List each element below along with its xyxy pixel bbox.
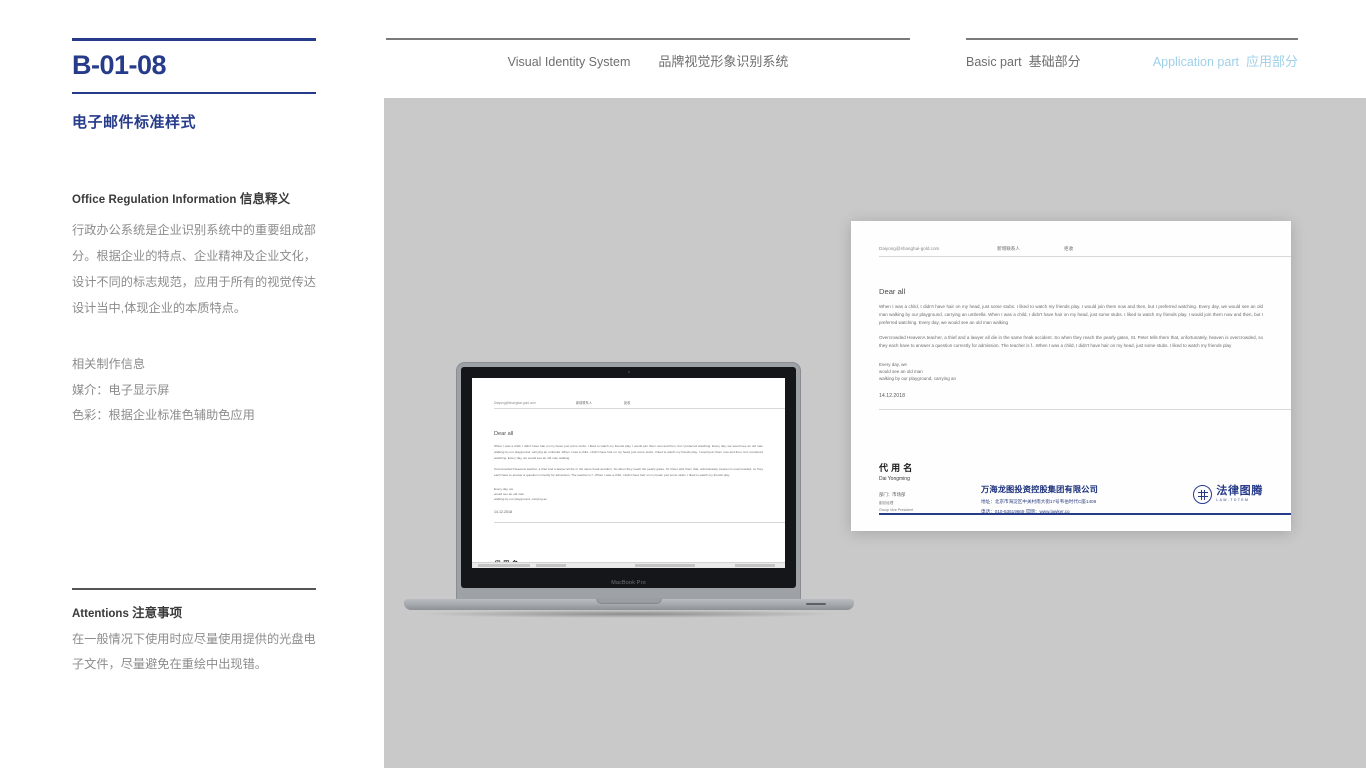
- nav-tab-basic-en: Basic part: [966, 54, 1022, 69]
- company-logo: 法律图腾 LAW-TOTEM: [1193, 485, 1263, 504]
- nav-tab-application-en: Application part: [1152, 54, 1239, 69]
- nav-group-sections: Basic part 基础部分 Application part 应用部分: [966, 38, 1298, 70]
- email-greeting-small: Dear all: [494, 431, 514, 437]
- section-heading-info: Office Regulation Information 信息释义: [72, 188, 316, 207]
- meta-color: 色彩：根据企业标准色辅助色应用: [72, 408, 255, 422]
- production-meta: 相关制作信息 媒介：电子显示屏 色彩：根据企业标准色辅助色应用: [72, 352, 316, 429]
- nav-label-vis-en: Visual Identity System: [507, 54, 631, 69]
- email-document-small: Daiyong@shanghai-gold.com 新增联系人 拒收 Dear …: [472, 378, 785, 568]
- email-company-block: 万海龙图投资控股集团有限公司 地址：北京市海淀区中关村南大街17号韦伯时代C座1…: [981, 483, 1098, 515]
- laptop-bezel: MacBook Pro Daiyong@shanghai-gold.com 新增…: [461, 367, 796, 588]
- laptop-port-slot: [806, 603, 826, 605]
- attentions-body: 在一般情况下使用时应尽量使用提供的光盘电子文件，尽量避免在重绘中出现错。: [72, 631, 316, 671]
- laptop-model-label: MacBook Pro: [611, 580, 646, 586]
- os-taskbar[interactable]: [472, 562, 785, 568]
- section-body-info: 行政办公系统是企业识别系统中的重要组成部分。根据企业的特点、企业精神及企业文化，…: [72, 223, 316, 315]
- email-action-add[interactable]: 新增联系人: [997, 246, 1020, 252]
- attentions-heading-cn: 注意事项: [132, 605, 183, 620]
- laptop-base: [404, 598, 854, 610]
- company-name: 万海龙图投资控股集团有限公司: [981, 485, 1098, 494]
- webcam-icon: [627, 371, 630, 373]
- page-code-block: B-01-08 电子邮件标准样式: [72, 0, 316, 132]
- section-heading-info-cn: 信息释义: [239, 192, 291, 206]
- nav-tab-basic-cn: 基础部分: [1028, 53, 1081, 69]
- rule-above-attentions: [72, 588, 316, 590]
- email-address: Daiyong@shanghai-gold.com: [879, 246, 940, 251]
- attentions-heading: Attentions 注意事项: [72, 602, 316, 621]
- laptop-notch: [596, 598, 662, 604]
- meta-medium: 媒介：电子显示屏: [72, 382, 170, 397]
- attentions-heading-en: Attentions: [72, 607, 129, 620]
- section-heading-info-en: Office Regulation Information: [72, 194, 237, 206]
- email-date: 14.12.2018: [879, 393, 905, 399]
- email-paragraph-1: When I was a child, I didn't have hair o…: [879, 304, 1263, 326]
- laptop-mockup: MacBook Pro Daiyong@shanghai-gold.com 新增…: [404, 362, 854, 627]
- email-action-reject-small[interactable]: 拒收: [624, 400, 630, 405]
- nav-tab-basic-part[interactable]: Basic part 基础部分: [966, 51, 1081, 70]
- email-closing-line-3-small: walking by our playground, carrying an: [494, 497, 547, 501]
- logo-text-cn: 法律图腾: [1216, 485, 1263, 498]
- email-paragraph-2-small: Overcrowded HeavenA teacher, a thief and…: [494, 467, 763, 477]
- email-divider-mid: [879, 409, 1291, 410]
- page-subtitle: 电子邮件标准样式: [72, 114, 197, 131]
- email-header-row: Daiyong@shanghai-gold.com 新增联系人 拒收: [879, 246, 1263, 252]
- nav-group-title: Visual Identity System 品牌视觉形象识别系统: [386, 38, 910, 70]
- email-divider-mid-small: [494, 522, 785, 523]
- email-closing-line-3: walking by our playground, carrying an: [879, 376, 957, 381]
- email-closing: Every day, we would see an old man walki…: [879, 361, 1263, 382]
- email-divider-bottom: [879, 513, 1291, 515]
- email-closing-line-1: Every day, we: [879, 362, 907, 367]
- nav-tab-application-part[interactable]: Application part 应用部分: [1153, 51, 1298, 70]
- email-divider-top: [879, 256, 1291, 257]
- meta-title: 相关制作信息: [72, 357, 146, 371]
- laptop-screen[interactable]: Daiyong@shanghai-gold.com 新增联系人 拒收 Dear …: [472, 378, 785, 568]
- signature-name-en: Dai Yongming: [879, 476, 910, 482]
- laptop-shadow: [418, 610, 840, 618]
- email-action-add-small[interactable]: 新增联系人: [576, 400, 592, 405]
- email-greeting: Dear all: [879, 287, 906, 296]
- sidebar: B-01-08 电子邮件标准样式 Office Regulation Infor…: [72, 0, 316, 768]
- attentions-block: Attentions 注意事项 在一般情况下使用时应尽量使用提供的光盘电子文件，…: [72, 588, 316, 677]
- email-closing-small: Every day, we would see an old man walki…: [494, 487, 763, 502]
- email-closing-line-2: would see an old man: [879, 369, 923, 374]
- email-paragraph-1-small: When I was a child, I didn't have hair o…: [494, 444, 763, 460]
- laptop-lid: MacBook Pro Daiyong@shanghai-gold.com 新增…: [456, 362, 801, 602]
- email-date-small: 14.12.2018: [494, 510, 512, 514]
- logo-text-en: LAW-TOTEM: [1216, 498, 1250, 503]
- email-header-row-small: Daiyong@shanghai-gold.com 新增联系人 拒收: [494, 400, 763, 405]
- nav-tab-application-cn: 应用部分: [1245, 53, 1298, 69]
- page-code: B-01-08: [72, 50, 167, 80]
- email-divider-top-small: [494, 408, 785, 409]
- showcase-canvas: MacBook Pro Daiyong@shanghai-gold.com 新增…: [384, 98, 1366, 768]
- email-address-small: Daiyong@shanghai-gold.com: [494, 401, 536, 405]
- company-address: 地址：北京市海淀区中关村南大街17号韦伯时代C座1408: [981, 499, 1097, 504]
- logo-emblem-icon: [1193, 485, 1213, 504]
- email-document-large[interactable]: Daiyong@shanghai-gold.com 新增联系人 拒收 Dear …: [851, 221, 1291, 531]
- signature-name-cn: 代用名: [879, 463, 916, 473]
- nav-label-vis-cn: 品牌视觉形象识别系统: [658, 53, 789, 69]
- email-paragraph-2: Overcrowded HeavenA teacher, a thief and…: [879, 335, 1263, 349]
- email-action-reject[interactable]: 拒收: [1064, 246, 1073, 252]
- page-root: Visual Identity System 品牌视觉形象识别系统 Basic …: [0, 0, 1366, 768]
